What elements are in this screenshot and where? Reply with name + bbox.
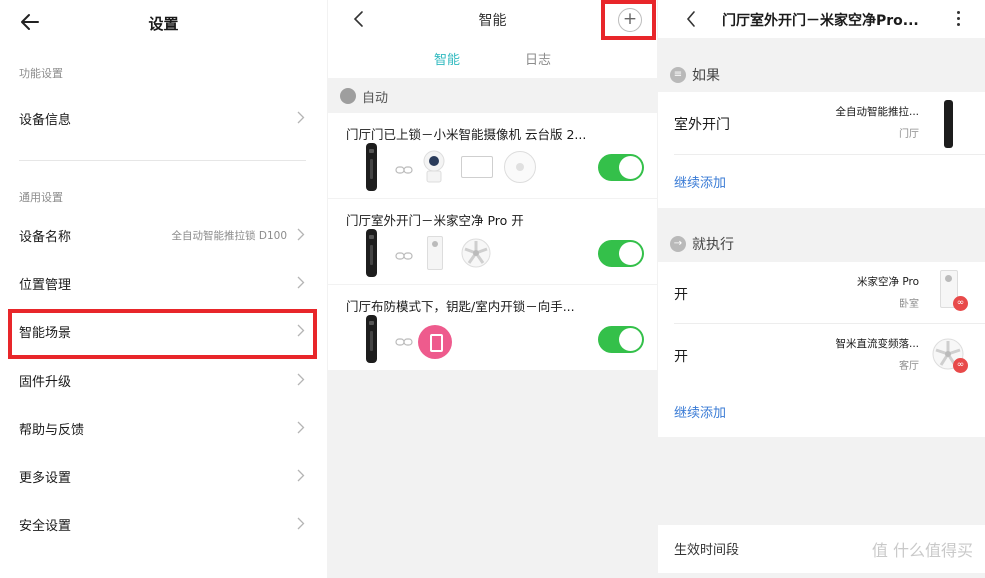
chevron-right-icon bbox=[297, 276, 305, 289]
chevron-right-icon bbox=[297, 421, 305, 434]
action-row[interactable]: 开 米家空净 Pro 卧室 ∞ bbox=[658, 262, 985, 324]
device-name: 智米直流变频落... bbox=[835, 338, 919, 350]
condition-block: 室外开门 全自动智能推拉... 门厅 继续添加 bbox=[658, 92, 985, 208]
scene-detail-panel: 门厅室外开门－米家空净Pro... ≡ 如果 室外开门 全自动智能推拉... 门… bbox=[658, 0, 985, 578]
page-title: 门厅室外开门－米家空净Pro... bbox=[722, 13, 919, 29]
robot-vacuum-icon bbox=[504, 151, 536, 183]
fan-icon bbox=[461, 238, 491, 268]
device-name: 米家空净 Pro bbox=[857, 276, 919, 288]
air-purifier-icon bbox=[427, 236, 443, 270]
scene-title: 门厅布防模式下，钥匙/室内开锁－向手... bbox=[346, 299, 575, 314]
firmware-label: 固件升级 bbox=[19, 375, 72, 390]
section-label-function: 功能设置 bbox=[19, 67, 63, 80]
list-icon: ≡ bbox=[670, 67, 686, 83]
device-name-value: 全自动智能推拉锁 D100 bbox=[171, 230, 287, 242]
divider bbox=[19, 160, 306, 161]
highlight-box bbox=[601, 0, 656, 40]
scene-card[interactable]: 门厅布防模式下，钥匙/室内开锁－向手... bbox=[328, 285, 657, 370]
room-name: 客厅 bbox=[899, 361, 919, 372]
device-info-label: 设备信息 bbox=[19, 113, 72, 128]
door-lock-icon bbox=[944, 100, 953, 148]
scene-card[interactable]: 门厅室外开门－米家空净 Pro 开 bbox=[328, 199, 657, 284]
security-label: 安全设置 bbox=[19, 519, 72, 534]
action-label: 开 bbox=[674, 287, 688, 303]
link-icon bbox=[395, 338, 413, 346]
device-info-row[interactable]: 设备信息 bbox=[0, 94, 327, 142]
link-icon bbox=[395, 166, 413, 174]
device-icon bbox=[461, 156, 493, 178]
device-name-row[interactable]: 设备名称 全自动智能推拉锁 D100 bbox=[0, 211, 327, 259]
scene-toggle[interactable] bbox=[598, 154, 644, 181]
door-lock-icon bbox=[366, 143, 377, 191]
room-name: 卧室 bbox=[899, 299, 919, 310]
scene-toggle[interactable] bbox=[598, 326, 644, 353]
then-label: 就执行 bbox=[692, 237, 734, 253]
location-label: 位置管理 bbox=[19, 278, 72, 293]
more-settings-row[interactable]: 更多设置 bbox=[0, 452, 327, 500]
door-lock-icon bbox=[366, 315, 377, 363]
device-name: 全自动智能推拉... bbox=[835, 106, 919, 118]
action-label: 开 bbox=[674, 349, 688, 365]
condition-row[interactable]: 室外开门 全自动智能推拉... 门厅 bbox=[658, 92, 985, 154]
scene-title: 门厅室外开门－米家空净 Pro 开 bbox=[346, 213, 524, 228]
location-row[interactable]: 位置管理 bbox=[0, 259, 327, 307]
more-options-icon[interactable] bbox=[954, 10, 962, 28]
auto-icon bbox=[340, 88, 356, 104]
arrow-right-icon: → bbox=[670, 236, 686, 252]
tab-log[interactable]: 日志 bbox=[525, 49, 551, 68]
link-badge-icon: ∞ bbox=[953, 296, 968, 311]
chevron-right-icon bbox=[297, 111, 305, 124]
chevron-right-icon bbox=[297, 228, 305, 241]
divider bbox=[674, 154, 985, 155]
chevron-right-icon bbox=[297, 517, 305, 530]
add-condition-link[interactable]: 继续添加 bbox=[674, 172, 726, 191]
link-badge-icon: ∞ bbox=[953, 358, 968, 373]
help-label: 帮助与反馈 bbox=[19, 423, 85, 438]
settings-header: 设置 bbox=[0, 0, 327, 46]
settings-panel: 设置 功能设置 设备信息 通用设置 设备名称 全自动智能推拉锁 D100 位置管… bbox=[0, 0, 327, 578]
page-title: 设置 bbox=[148, 15, 179, 33]
room-name: 门厅 bbox=[899, 129, 919, 140]
effective-time-label: 生效时间段 bbox=[674, 543, 740, 558]
scene-toggle[interactable] bbox=[598, 240, 644, 267]
security-row[interactable]: 安全设置 bbox=[0, 500, 327, 548]
add-action-link[interactable]: 继续添加 bbox=[674, 402, 726, 421]
help-row[interactable]: 帮助与反馈 bbox=[0, 404, 327, 452]
door-lock-icon bbox=[366, 229, 377, 277]
condition-label: 室外开门 bbox=[674, 117, 730, 133]
detail-header: 门厅室外开门－米家空净Pro... bbox=[658, 0, 985, 38]
auto-label: 自动 bbox=[362, 91, 389, 106]
firmware-row[interactable]: 固件升级 bbox=[0, 356, 327, 404]
if-label: 如果 bbox=[692, 68, 720, 84]
link-icon bbox=[395, 252, 413, 260]
action-block: 开 米家空净 Pro 卧室 ∞ 开 智米直流变频落... 客厅 ∞ 继续添加 bbox=[658, 262, 985, 437]
smart-panel: 智能 + 智能 日志 自动 门厅门已上锁－小米智能摄像机 云台版 2... 门厅… bbox=[328, 0, 657, 578]
chevron-right-icon bbox=[297, 469, 305, 482]
camera-icon bbox=[423, 150, 445, 183]
scene-title: 门厅门已上锁－小米智能摄像机 云台版 2... bbox=[346, 127, 587, 142]
chevron-right-icon bbox=[297, 373, 305, 386]
watermark-logo: 值 什么值得买 bbox=[871, 541, 973, 560]
back-chevron-icon[interactable] bbox=[684, 9, 698, 29]
effective-time-row[interactable]: 生效时间段 值 什么值得买 bbox=[658, 525, 985, 573]
more-settings-label: 更多设置 bbox=[19, 471, 72, 486]
device-name-label: 设备名称 bbox=[19, 230, 72, 245]
section-label-general: 通用设置 bbox=[19, 191, 63, 204]
scene-card[interactable]: 门厅门已上锁－小米智能摄像机 云台版 2... bbox=[328, 113, 657, 198]
phone-notify-icon bbox=[418, 325, 452, 359]
tab-smart[interactable]: 智能 bbox=[434, 49, 460, 68]
action-row[interactable]: 开 智米直流变频落... 客厅 ∞ bbox=[658, 324, 985, 386]
highlight-box bbox=[8, 309, 317, 359]
